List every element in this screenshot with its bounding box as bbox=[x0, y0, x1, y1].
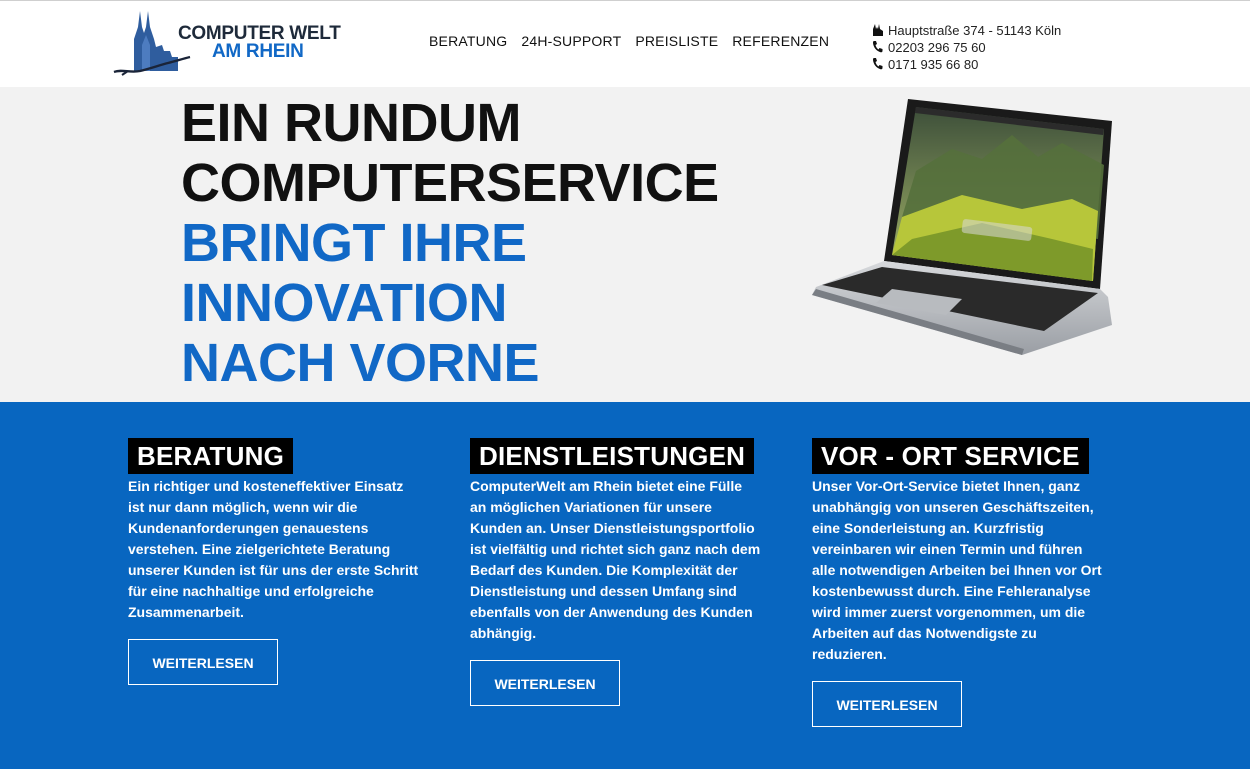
cathedral-icon bbox=[872, 23, 885, 39]
hero-headline: EIN RUNDUM COMPUTERSERVICE BRINGT IHRE I… bbox=[181, 93, 719, 393]
service-title-dienstleistungen: DIENSTLEISTUNGEN bbox=[470, 438, 755, 474]
hero-line-5: NACH VORNE bbox=[181, 333, 540, 393]
logo[interactable]: COMPUTER WELT AM RHEIN bbox=[112, 5, 352, 76]
contact-info: Hauptstraße 374 - 51143 Köln 02203 296 7… bbox=[872, 22, 1061, 73]
site-header: COMPUTER WELT AM RHEIN BERATUNG 24H-SUPP… bbox=[0, 1, 1250, 87]
nav-item-beratung[interactable]: BERATUNG bbox=[429, 33, 507, 49]
brand-subtitle: AM RHEIN bbox=[212, 41, 304, 62]
service-card-vor-ort: VOR - ORT SERVICE Unser Vor-Ort-Service … bbox=[812, 438, 1104, 727]
nav-item-referenzen[interactable]: REFERENZEN bbox=[732, 33, 829, 49]
phone-icon bbox=[872, 57, 885, 73]
contact-address-row: Hauptstraße 374 - 51143 Köln bbox=[872, 22, 1061, 39]
hero-line-4: INNOVATION bbox=[181, 273, 507, 333]
services-section: BERATUNG Ein richtiger und kosteneffekti… bbox=[0, 402, 1250, 769]
service-text-beratung: Ein richtiger und kosteneffektiver Einsa… bbox=[128, 478, 419, 620]
read-more-button-beratung[interactable]: WEITERLESEN bbox=[128, 639, 278, 685]
contact-address: Hauptstraße 374 - 51143 Köln bbox=[888, 23, 1062, 38]
service-text-dienstleistungen: ComputerWelt am Rhein bietet eine Fülle … bbox=[470, 478, 761, 641]
read-more-button-dienstleistungen[interactable]: WEITERLESEN bbox=[470, 660, 620, 706]
hero-line-3: BRINGT IHRE bbox=[181, 213, 527, 273]
service-title-beratung: BERATUNG bbox=[128, 438, 293, 474]
contact-phone-1[interactable]: 02203 296 75 60 bbox=[888, 40, 986, 55]
contact-phone1-row: 02203 296 75 60 bbox=[872, 39, 1061, 56]
service-text-vor-ort: Unser Vor-Ort-Service bietet Ihnen, ganz… bbox=[812, 478, 1102, 662]
laptop-image bbox=[812, 99, 1117, 357]
service-title-vor-ort: VOR - ORT SERVICE bbox=[812, 438, 1089, 474]
service-card-beratung: BERATUNG Ein richtiger und kosteneffekti… bbox=[128, 438, 420, 685]
phone-icon bbox=[872, 40, 885, 56]
main-nav: BERATUNG 24H-SUPPORT PREISLISTE REFERENZ… bbox=[429, 33, 829, 49]
contact-phone2-row: 0171 935 66 80 bbox=[872, 56, 1061, 73]
read-more-button-vor-ort[interactable]: WEITERLESEN bbox=[812, 681, 962, 727]
hero-section: EIN RUNDUM COMPUTERSERVICE BRINGT IHRE I… bbox=[0, 87, 1250, 402]
nav-item-preisliste[interactable]: PREISLISTE bbox=[635, 33, 718, 49]
hero-line-2: COMPUTERSERVICE bbox=[181, 153, 719, 213]
hero-line-1: EIN RUNDUM bbox=[181, 93, 521, 153]
contact-phone-2[interactable]: 0171 935 66 80 bbox=[888, 57, 978, 72]
nav-item-24h-support[interactable]: 24H-SUPPORT bbox=[521, 33, 621, 49]
service-card-dienstleistungen: DIENSTLEISTUNGEN ComputerWelt am Rhein b… bbox=[470, 438, 762, 706]
